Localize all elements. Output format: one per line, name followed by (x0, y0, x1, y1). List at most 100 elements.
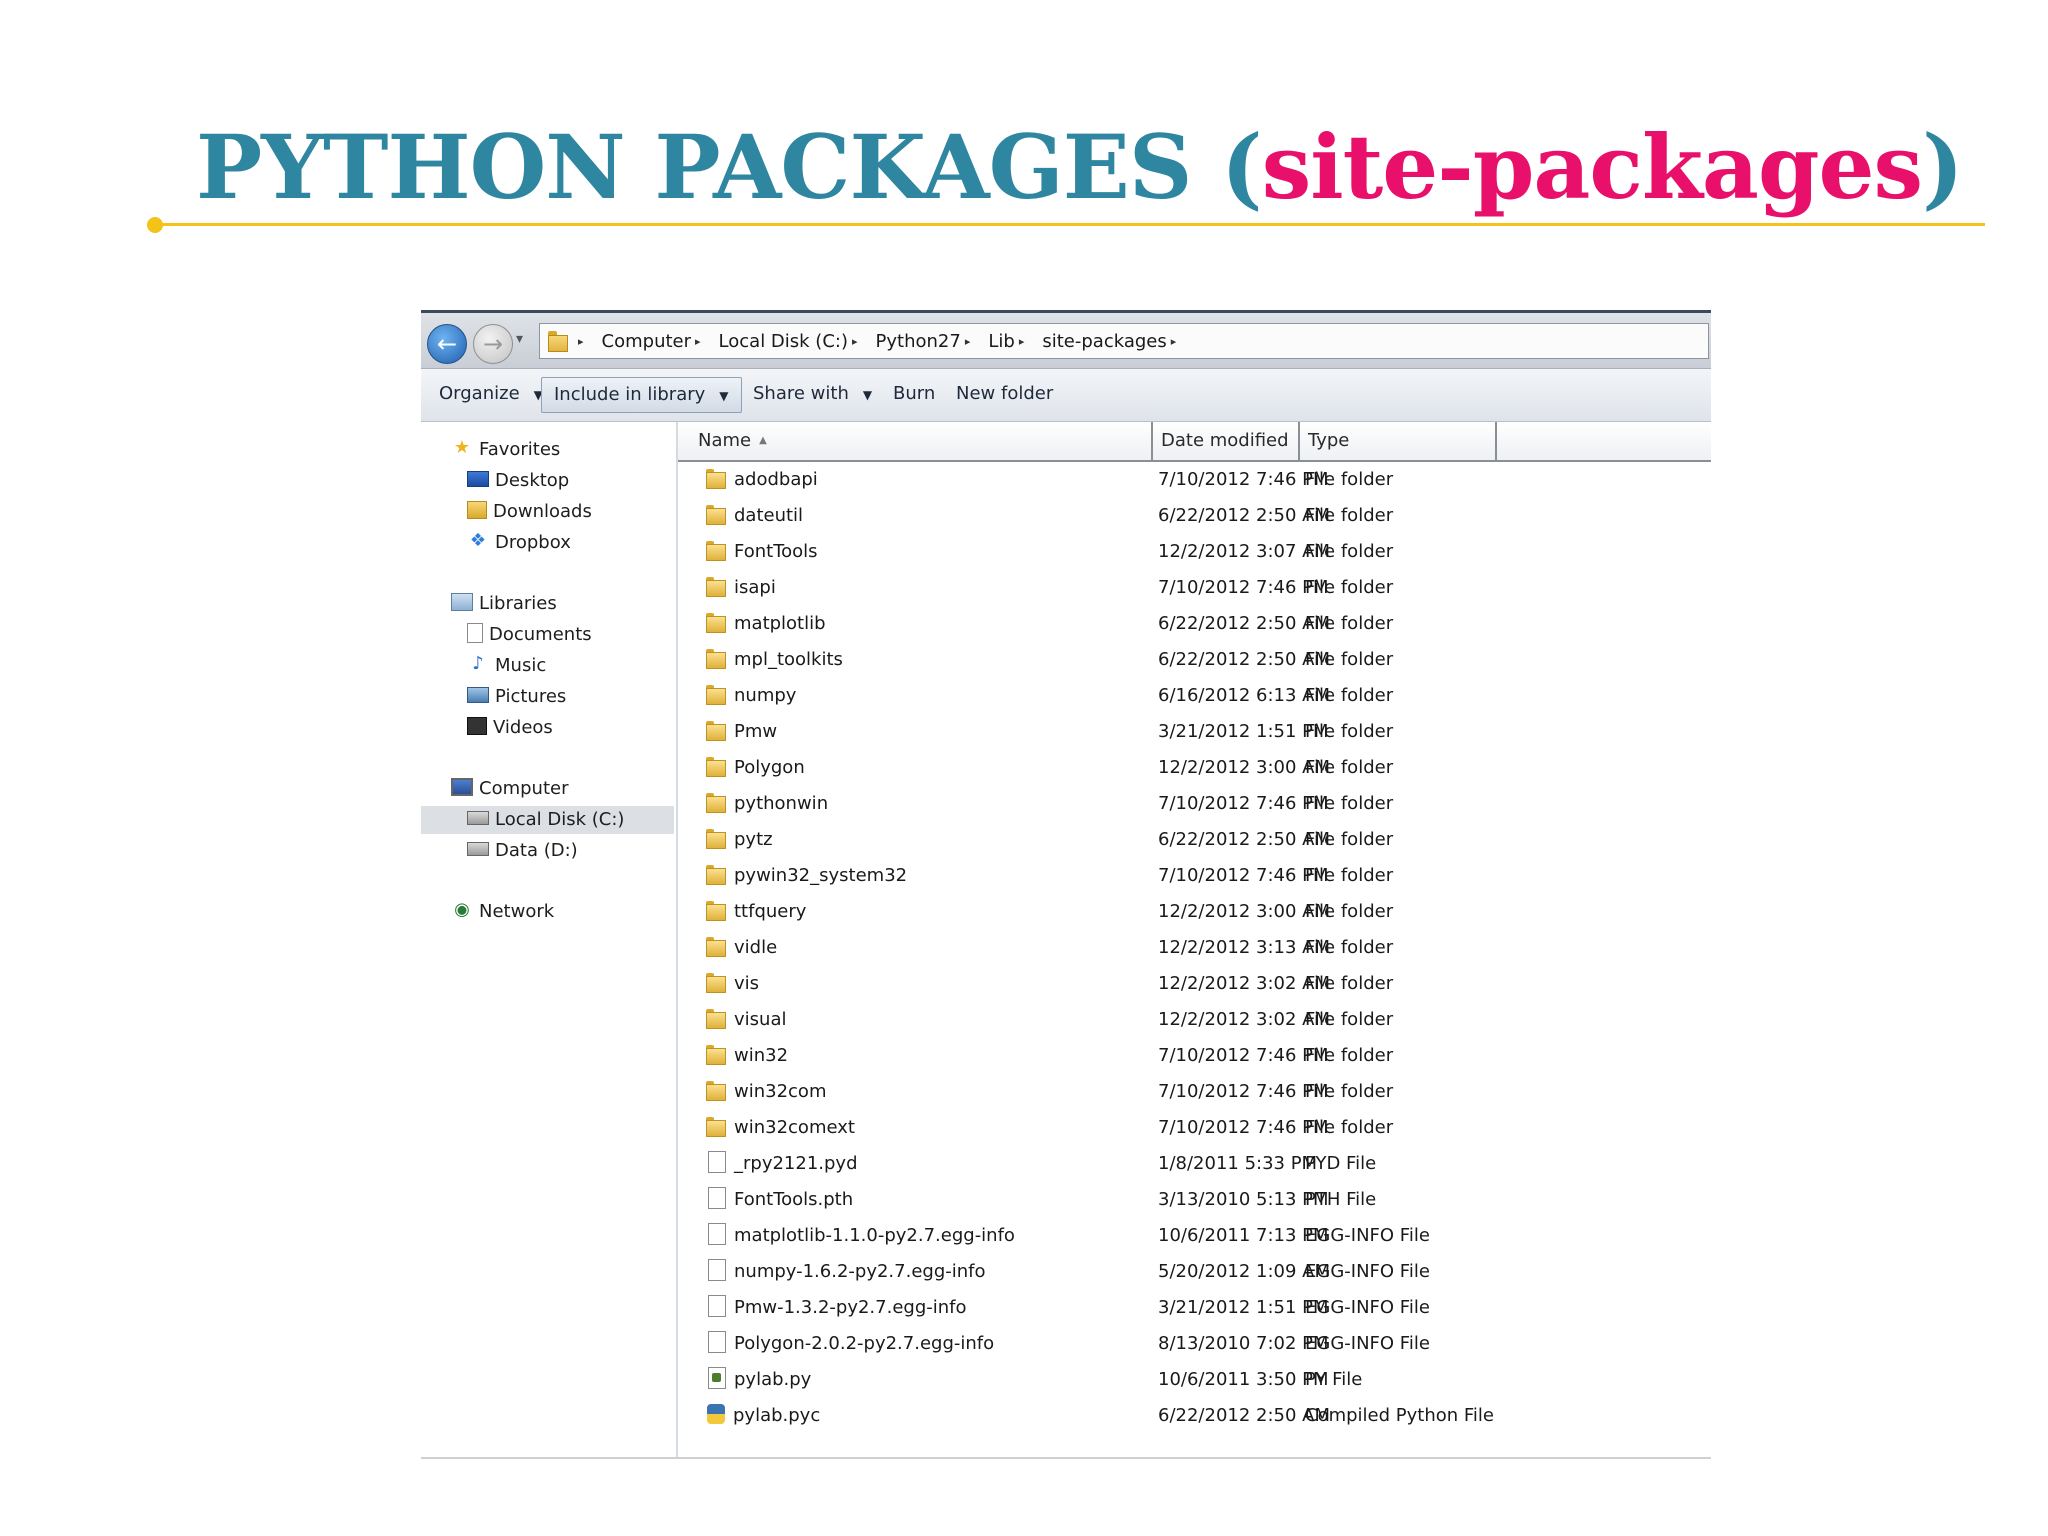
music-note-icon: ♪ (472, 653, 484, 674)
file-name: mpl_toolkits (706, 642, 843, 678)
organize-button[interactable]: Organize ▼ (439, 377, 543, 411)
file-type: File folder (1305, 829, 1394, 850)
file-name: pytz (706, 822, 773, 858)
file-name: pylab.py (706, 1362, 811, 1398)
column-header-row: Name ▲ Date modified Type (678, 422, 1711, 462)
file-name: pywin32_system32 (706, 858, 907, 894)
chevron-right-icon[interactable]: ▸ (1171, 335, 1177, 348)
file-row[interactable]: ttfquery 12/2/2012 3:00 AM File folder (678, 894, 1711, 930)
file-row[interactable]: win32com 7/10/2012 7:46 PM File folder (678, 1074, 1711, 1110)
file-date-modified: 7/10/2012 7:46 PM (1158, 793, 1329, 814)
address-bar[interactable]: ▸ Computer ▸ Local Disk (C:) ▸ Python27 ▸ L… (539, 323, 1709, 359)
python-script-icon (708, 1367, 726, 1389)
share-with-button[interactable]: Share with ▼ (753, 377, 872, 411)
file-row[interactable]: Pmw-1.3.2-py2.7.egg-info 3/21/2012 1:51 P… (678, 1290, 1711, 1326)
file-type: EGG-INFO File (1305, 1225, 1430, 1246)
file-row[interactable]: pylab.py 10/6/2011 3:50 PM PY File (678, 1362, 1711, 1398)
file-type: File folder (1305, 1117, 1394, 1138)
breadcrumb-python27[interactable]: Python27 ▸ (876, 331, 979, 352)
local-disk-icon (467, 811, 489, 825)
nav-favorites[interactable]: ★ Favorites (451, 436, 560, 464)
file-row[interactable]: Polygon 12/2/2012 3:00 AM File folder (678, 750, 1711, 786)
breadcrumb-computer[interactable]: Computer ▸ (602, 331, 709, 352)
slide-title-accent: site-packages (1261, 115, 1923, 219)
nav-pictures[interactable]: Pictures (467, 683, 566, 711)
computer-icon (451, 778, 473, 796)
file-row[interactable]: matplotlib 6/22/2012 2:50 AM File folder (678, 606, 1711, 642)
file-row[interactable]: numpy 6/16/2012 6:13 AM File folder (678, 678, 1711, 714)
file-name: Polygon-2.0.2-py2.7.egg-info (706, 1326, 994, 1362)
column-header-date[interactable]: Date modified (1153, 422, 1300, 460)
file-name: vis (706, 966, 759, 1002)
file-type: File folder (1305, 541, 1394, 562)
file-name: matplotlib (706, 606, 826, 642)
file-row[interactable]: adodbapi 7/10/2012 7:46 PM File folder (678, 462, 1711, 498)
file-name: visual (706, 1002, 786, 1038)
file-row[interactable]: Polygon-2.0.2-py2.7.egg-info 8/13/2010 7:… (678, 1326, 1711, 1362)
file-row[interactable]: visual 12/2/2012 3:02 AM File folder (678, 1002, 1711, 1038)
chevron-right-icon[interactable]: ▸ (852, 335, 858, 348)
breadcrumb-root-arrow[interactable]: ▸ (578, 335, 592, 348)
file-name: FontTools (706, 534, 818, 570)
include-in-library-button[interactable]: Include in library ▼ (541, 377, 742, 413)
breadcrumb-site-packages[interactable]: site-packages ▸ (1042, 331, 1184, 352)
slide-title-close: ) (1922, 115, 1964, 219)
file-type: File folder (1305, 685, 1394, 706)
file-row[interactable]: pythonwin 7/10/2012 7:46 PM File folder (678, 786, 1711, 822)
breadcrumb-local-disk[interactable]: Local Disk (C:) ▸ (719, 331, 866, 352)
burn-button[interactable]: Burn (893, 377, 935, 411)
breadcrumb-lib[interactable]: Lib ▸ (988, 331, 1032, 352)
forward-button[interactable]: → (473, 324, 513, 364)
file-row[interactable]: _rpy2121.pyd 1/8/2011 5:33 PM PYD File (678, 1146, 1711, 1182)
file-list: Name ▲ Date modified Type adodbapi 7/10/20… (678, 422, 1711, 1459)
recent-pages-dropdown[interactable]: ▾ (516, 331, 523, 347)
chevron-right-icon[interactable]: ▸ (965, 335, 971, 348)
folder-icon (546, 331, 568, 352)
column-header-type[interactable]: Type (1300, 422, 1497, 460)
chevron-right-icon[interactable]: ▸ (1019, 335, 1025, 348)
file-name: Pmw-1.3.2-py2.7.egg-info (706, 1290, 967, 1326)
file-row[interactable]: matplotlib-1.1.0-py2.7.egg-info 10/6/2011… (678, 1218, 1711, 1254)
column-header-name[interactable]: Name ▲ (678, 422, 1153, 460)
file-row[interactable]: isapi 7/10/2012 7:46 PM File folder (678, 570, 1711, 606)
film-icon (467, 717, 487, 735)
nav-libraries[interactable]: Libraries (451, 590, 557, 618)
nav-desktop[interactable]: Desktop (467, 467, 569, 495)
new-folder-button[interactable]: New folder (956, 377, 1053, 411)
chevron-down-icon: ▼ (719, 389, 729, 403)
nav-documents[interactable]: Documents (467, 621, 592, 649)
nav-music[interactable]: ♪ Music (467, 652, 546, 680)
arrow-right-icon: → (482, 330, 504, 358)
navigation-pane: ★ Favorites Desktop Downloads ❖ Dropbox Li… (421, 422, 678, 1459)
file-type: EGG-INFO File (1305, 1333, 1430, 1354)
nav-local-disk[interactable]: Local Disk (C:) (421, 806, 674, 834)
file-row[interactable]: Pmw 3/21/2012 1:51 PM File folder (678, 714, 1711, 750)
nav-videos[interactable]: Videos (467, 714, 553, 742)
file-row[interactable]: FontTools.pth 3/13/2010 5:13 PM PTH File (678, 1182, 1711, 1218)
file-row[interactable]: vidle 12/2/2012 3:13 AM File folder (678, 930, 1711, 966)
file-row[interactable]: pytz 6/22/2012 2:50 AM File folder (678, 822, 1711, 858)
file-row[interactable]: pywin32_system32 7/10/2012 7:46 PM File fo… (678, 858, 1711, 894)
network-icon: ◉ (454, 899, 470, 920)
nav-dropbox[interactable]: ❖ Dropbox (467, 529, 571, 557)
file-row[interactable]: mpl_toolkits 6/22/2012 2:50 AM File folder (678, 642, 1711, 678)
file-name: numpy (706, 678, 796, 714)
file-row[interactable]: FontTools 12/2/2012 3:07 AM File folder (678, 534, 1711, 570)
folder-icon (706, 793, 726, 813)
file-row[interactable]: pylab.pyc 6/22/2012 2:50 AM Compiled Pytho… (678, 1398, 1711, 1434)
nav-data-disk[interactable]: Data (D:) (467, 837, 578, 865)
slide-title: PYTHON PACKAGES (site-packages) (196, 112, 1964, 222)
file-row[interactable]: win32comext 7/10/2012 7:46 PM File folder (678, 1110, 1711, 1146)
back-button[interactable]: ← (427, 324, 467, 364)
nav-network[interactable]: ◉ Network (451, 898, 554, 926)
file-row[interactable]: win32 7/10/2012 7:46 PM File folder (678, 1038, 1711, 1074)
file-row[interactable]: numpy-1.6.2-py2.7.egg-info 5/20/2012 1:09… (678, 1254, 1711, 1290)
nav-downloads[interactable]: Downloads (467, 498, 592, 526)
file-row[interactable]: dateutil 6/22/2012 2:50 AM File folder (678, 498, 1711, 534)
chevron-right-icon[interactable]: ▸ (695, 335, 701, 348)
file-row[interactable]: vis 12/2/2012 3:02 AM File folder (678, 966, 1711, 1002)
file-date-modified: 7/10/2012 7:46 PM (1158, 1081, 1329, 1102)
file-name: win32 (706, 1038, 788, 1074)
file-type: File folder (1305, 649, 1394, 670)
nav-computer[interactable]: Computer (451, 775, 568, 803)
